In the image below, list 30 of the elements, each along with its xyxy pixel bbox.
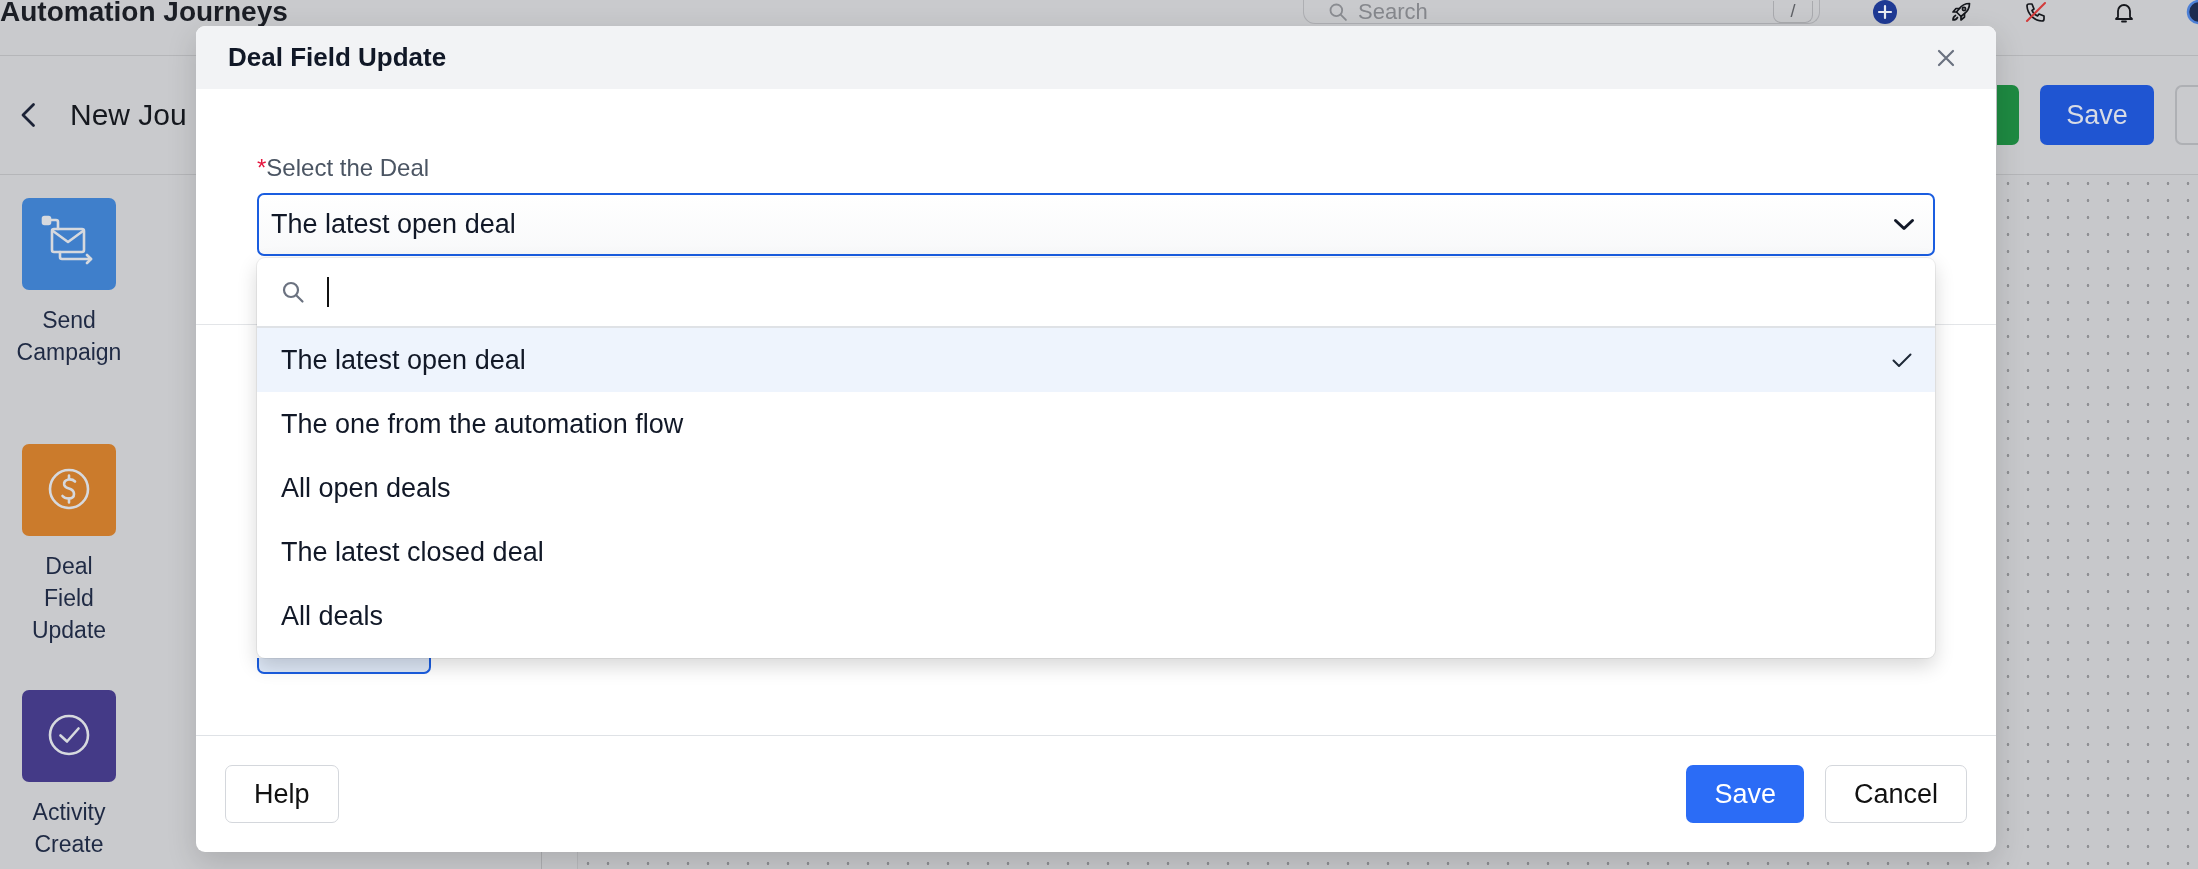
palette-label: Send Campaign	[16, 306, 122, 367]
close-icon	[1937, 48, 1955, 67]
search-icon	[1328, 1, 1348, 22]
field-label: *Select the Deal	[257, 153, 430, 183]
cancel-button[interactable]: Cancel	[1824, 765, 1967, 823]
dropdown-option[interactable]: The one from the automation flow	[257, 392, 1935, 456]
dropdown-option[interactable]: The latest open deal	[257, 328, 1935, 392]
deal-select[interactable]: The latest open deal	[257, 193, 1935, 256]
search-field[interactable]: Search /	[1303, 0, 1820, 24]
check-icon	[1892, 352, 1912, 368]
save-button[interactable]: Save	[1686, 765, 1804, 823]
palette-label: Activity Create	[32, 798, 106, 859]
shortcut-key: /	[1773, 0, 1813, 23]
envelope-flow-icon[interactable]	[22, 198, 116, 290]
action-button[interactable]	[257, 658, 431, 674]
page-title: New Jou	[70, 98, 187, 132]
back-icon[interactable]	[20, 102, 36, 128]
search-icon	[281, 280, 305, 304]
plus-icon[interactable]	[1873, 0, 1897, 24]
phone-slash-icon[interactable]	[2024, 0, 2048, 24]
palette-label: Deal Field Update	[31, 552, 107, 645]
dropdown-option[interactable]: All open deals	[257, 456, 1935, 520]
app-title: Automation Journeys	[0, 0, 288, 24]
dropdown-option[interactable]: All deals	[257, 584, 1935, 648]
help-button[interactable]: Help	[225, 765, 339, 823]
dialog-title: Deal Field Update	[228, 42, 447, 73]
rocket-icon[interactable]	[1949, 0, 1973, 24]
dropdown-option[interactable]: The latest closed deal	[257, 520, 1935, 584]
save-button[interactable]: Save	[2040, 85, 2154, 145]
chevron-down-icon	[1893, 218, 1915, 231]
